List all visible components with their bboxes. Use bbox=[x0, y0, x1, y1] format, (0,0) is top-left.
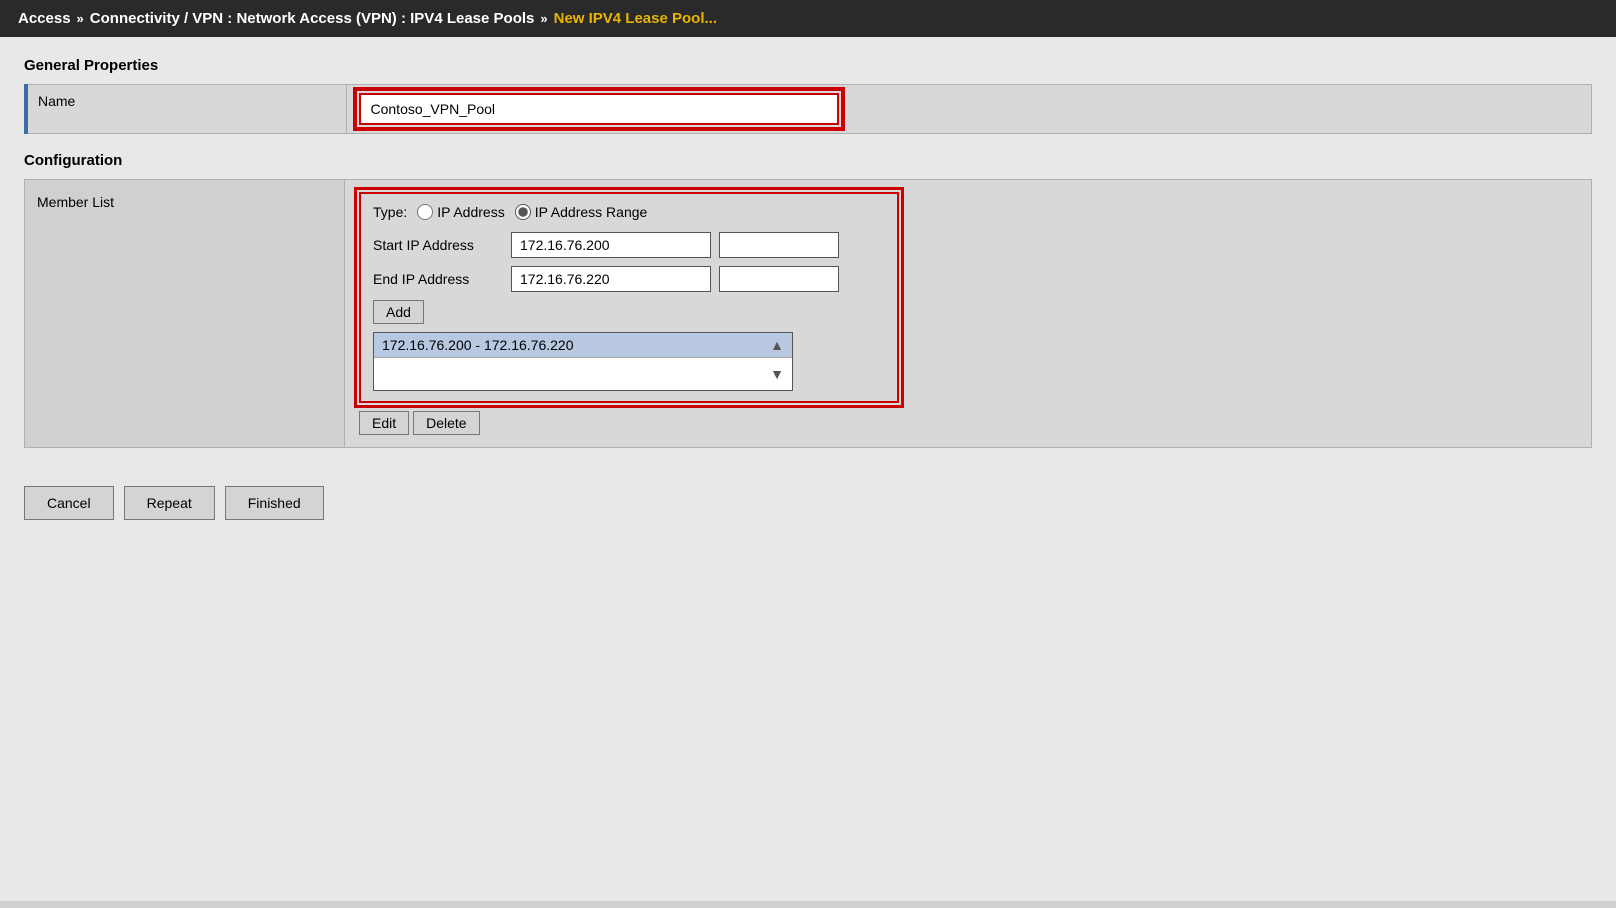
member-list[interactable]: 172.16.76.200 - 172.16.76.220 ▲ ▼ bbox=[373, 332, 793, 391]
member-list-item-text: 172.16.76.200 - 172.16.76.220 bbox=[382, 337, 574, 353]
type-ip-range-label[interactable]: IP Address Range bbox=[515, 204, 648, 220]
config-content: Type: IP Address IP Address Range Start … bbox=[345, 180, 1591, 447]
configuration-title: Configuration bbox=[24, 152, 1592, 169]
name-row: Name bbox=[26, 85, 1592, 134]
cancel-button[interactable]: Cancel bbox=[24, 486, 114, 520]
type-ip-range-text: IP Address Range bbox=[535, 204, 648, 220]
end-ip-label: End IP Address bbox=[373, 271, 503, 287]
action-buttons: Edit Delete bbox=[359, 411, 1577, 435]
name-value-cell bbox=[346, 85, 1592, 134]
configuration-row: Member List Type: IP Address IP Address … bbox=[25, 180, 1591, 447]
breadcrumb-current: New IPV4 Lease Pool... bbox=[554, 10, 717, 27]
breadcrumb-access: Access bbox=[18, 10, 71, 27]
general-properties-title: General Properties bbox=[24, 57, 1592, 74]
member-list-empty-row: ▼ bbox=[374, 358, 792, 390]
name-input[interactable] bbox=[359, 93, 839, 125]
member-list-label: Member List bbox=[25, 180, 345, 447]
chevron-icon-2: » bbox=[540, 11, 547, 26]
start-ip-label: Start IP Address bbox=[373, 237, 503, 253]
finished-button[interactable]: Finished bbox=[225, 486, 324, 520]
breadcrumb: Access » Connectivity / VPN : Network Ac… bbox=[0, 0, 1616, 37]
main-content: General Properties Name Configuration Me… bbox=[0, 37, 1616, 901]
bottom-action-bar: Cancel Repeat Finished bbox=[24, 476, 1592, 520]
down-arrow-icon[interactable]: ▼ bbox=[770, 366, 784, 382]
start-ip-row: Start IP Address bbox=[373, 232, 885, 258]
end-ip-input[interactable] bbox=[511, 266, 711, 292]
type-row: Type: IP Address IP Address Range bbox=[373, 204, 885, 220]
member-list-container: 172.16.76.200 - 172.16.76.220 ▲ ▼ bbox=[373, 332, 793, 391]
name-input-wrapper bbox=[359, 93, 839, 125]
type-ip-address-radio[interactable] bbox=[417, 204, 433, 220]
type-ip-address-text: IP Address bbox=[437, 204, 504, 220]
chevron-icon-1: » bbox=[77, 11, 84, 26]
type-ip-address-label[interactable]: IP Address bbox=[417, 204, 504, 220]
configuration-outer: Member List Type: IP Address IP Address … bbox=[24, 179, 1592, 448]
add-button[interactable]: Add bbox=[373, 300, 424, 324]
type-label: Type: bbox=[373, 204, 407, 220]
start-ip-extra-input[interactable] bbox=[719, 232, 839, 258]
delete-button[interactable]: Delete bbox=[413, 411, 479, 435]
config-inner-box: Type: IP Address IP Address Range Start … bbox=[359, 192, 899, 403]
general-properties-table: Name bbox=[24, 84, 1592, 134]
repeat-button[interactable]: Repeat bbox=[124, 486, 215, 520]
up-arrow-icon[interactable]: ▲ bbox=[770, 337, 784, 353]
name-label: Name bbox=[26, 85, 346, 134]
end-ip-extra-input[interactable] bbox=[719, 266, 839, 292]
type-ip-range-radio[interactable] bbox=[515, 204, 531, 220]
end-ip-row: End IP Address bbox=[373, 266, 885, 292]
breadcrumb-connectivity: Connectivity / VPN : Network Access (VPN… bbox=[90, 10, 535, 27]
start-ip-input[interactable] bbox=[511, 232, 711, 258]
edit-button[interactable]: Edit bbox=[359, 411, 409, 435]
member-list-item[interactable]: 172.16.76.200 - 172.16.76.220 ▲ bbox=[374, 333, 792, 358]
